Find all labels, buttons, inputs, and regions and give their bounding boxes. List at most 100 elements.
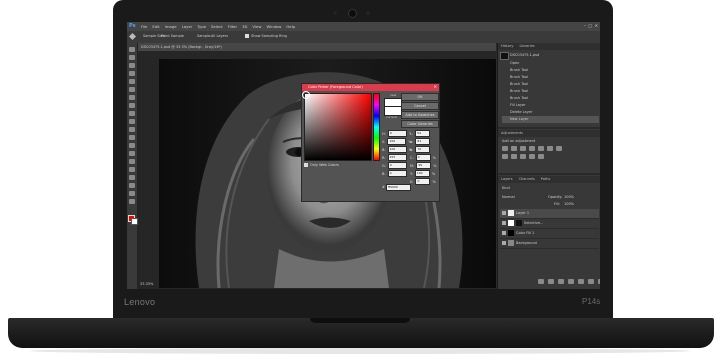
adjustment-icon[interactable] [520,146,526,151]
adjustment-icon[interactable] [547,146,553,151]
menu-filter[interactable]: Filter [228,24,237,29]
tab-libraries[interactable]: Libraries [516,43,537,50]
ok-button[interactable]: OK [401,93,439,101]
saturation-field[interactable]: 100 [387,138,407,145]
hue-field[interactable]: 0 [387,130,407,137]
tool-icon[interactable] [129,151,135,156]
sample-size-select[interactable]: Point Sample [161,34,184,38]
tool-icon[interactable] [129,55,135,60]
lab-b-field[interactable]: 70 [415,146,431,153]
dialog-title-bar[interactable]: Color Picker (Foreground Color) ✕ [302,84,439,91]
adjustment-icon[interactable] [511,154,517,159]
menu-help[interactable]: Help [286,24,295,29]
tool-icon[interactable] [129,127,135,132]
dialog-close-icon[interactable]: ✕ [434,84,437,89]
eyedropper-icon[interactable] [128,32,137,41]
only-web-colors-checkbox[interactable] [304,163,308,167]
fill-value[interactable]: 100% [564,202,574,206]
cyan-field[interactable]: 0 [415,154,431,161]
history-item[interactable]: Brush Tool [502,81,599,88]
layer-action-icon[interactable] [578,279,584,284]
green-field[interactable]: 0 [387,162,407,169]
lab-a-field[interactable]: 81 [415,138,431,145]
maximize-icon[interactable]: □ [588,23,592,28]
menu-window[interactable]: Window [266,24,281,29]
tool-icon[interactable] [129,135,135,140]
layer-action-icon[interactable] [538,279,544,284]
lab-l-field[interactable]: 54 [415,130,431,137]
tool-icon[interactable] [129,191,135,196]
menu-3d[interactable]: 3D [242,24,247,29]
tab-adjustments[interactable]: Adjustments [498,130,526,137]
menu-view[interactable]: View [252,24,261,29]
tab-layers[interactable]: Layers [498,176,516,183]
color-field-marker[interactable] [302,91,310,99]
color-field[interactable] [304,93,372,161]
history-item[interactable]: Open [502,60,599,67]
close-icon[interactable]: ✕ [595,23,598,28]
layer-row[interactable]: Background [500,239,599,249]
adjustment-icon[interactable] [511,146,517,151]
tool-icon[interactable] [129,79,135,84]
layer-action-icon[interactable] [588,279,594,284]
sample-select[interactable]: All Layers [211,34,228,38]
history-snapshot-thumbnail[interactable] [500,52,509,60]
tool-icon[interactable] [129,63,135,68]
show-ring-checkbox[interactable] [245,34,249,38]
tool-icon[interactable] [129,143,135,148]
brightness-field[interactable]: 100 [387,146,407,153]
visibility-eye-icon[interactable] [502,211,506,215]
adjustment-icon[interactable] [502,146,508,151]
magenta-field[interactable]: 99 [416,162,432,169]
tool-icon[interactable] [129,95,135,100]
tab-paths[interactable]: Paths [538,176,554,183]
tool-icon[interactable] [129,159,135,164]
tool-icon[interactable] [129,175,135,180]
tool-icon[interactable] [129,199,135,204]
layer-row[interactable]: Layer 1 [500,209,599,219]
yellow-field[interactable]: 100 [414,170,430,177]
history-item[interactable]: Brush Tool [502,74,599,81]
history-item[interactable]: Delete Layer [502,109,599,116]
tab-channels[interactable]: Channels [516,176,538,183]
document-tab[interactable]: DSC03475.1.psd @ 33.3% (Backgr., Gray/16… [138,43,496,51]
menu-image[interactable]: Image [165,24,177,29]
menu-edit[interactable]: Edit [152,24,159,29]
tool-icon[interactable] [129,167,135,172]
layer-action-icon[interactable] [568,279,574,284]
layer-action-icon[interactable] [598,279,600,284]
tool-icon[interactable] [129,47,135,52]
blend-mode-select[interactable]: Normal [502,195,515,199]
adjustment-icon[interactable] [520,154,526,159]
history-item[interactable]: Brush Tool [502,95,599,102]
adjustment-icon[interactable] [538,146,544,151]
cancel-button[interactable]: Cancel [401,102,439,110]
history-item[interactable]: Brush Tool [502,88,599,95]
black-field[interactable]: 0 [415,178,431,185]
adjustment-icon[interactable] [556,146,562,151]
tool-icon[interactable] [129,111,135,116]
opacity-value[interactable]: 100% [564,195,574,199]
adjustment-icon[interactable] [529,154,535,159]
menu-select[interactable]: Select [211,24,223,29]
add-to-swatches-button[interactable]: Add to Swatches [401,111,439,119]
visibility-eye-icon[interactable] [502,221,506,225]
tab-history[interactable]: History [498,43,516,50]
adjustment-icon[interactable] [529,146,535,151]
minimize-icon[interactable]: – [584,23,586,28]
layer-action-icon[interactable] [548,279,554,284]
tool-icon[interactable] [129,183,135,188]
app-icon[interactable]: Ps [129,23,136,29]
tool-icon[interactable] [129,71,135,76]
adjustment-icon[interactable] [502,154,508,159]
color-libraries-button[interactable]: Color Libraries [401,120,439,128]
layer-row[interactable]: Selective... [500,219,599,229]
tool-icon[interactable] [129,103,135,108]
tool-icon[interactable] [129,119,135,124]
adjustment-icon[interactable] [538,154,544,159]
layer-filter-kind[interactable]: Kind [502,186,510,190]
tool-icon[interactable] [129,87,135,92]
red-field[interactable]: 255 [387,154,407,161]
history-item[interactable]: New Layer [502,116,599,123]
menu-layer[interactable]: Layer [182,24,193,29]
